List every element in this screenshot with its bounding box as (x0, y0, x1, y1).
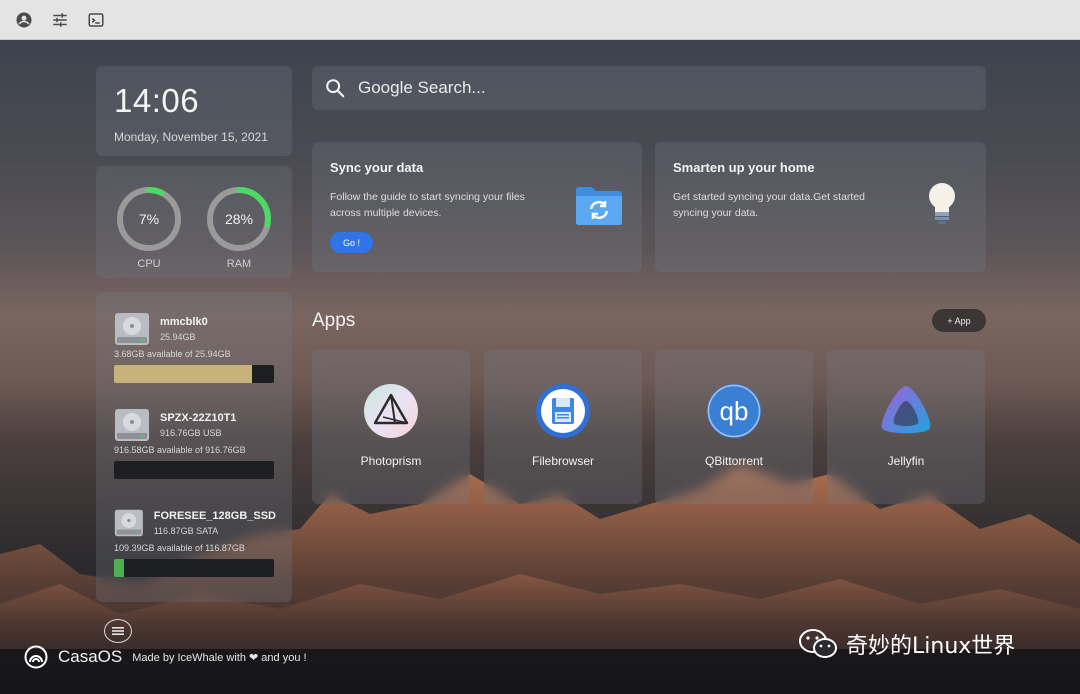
account-icon[interactable] (14, 10, 34, 30)
qbittorrent-icon: qb (707, 384, 761, 438)
system-usage-widget: 7% CPU 28% RAM (96, 166, 292, 278)
search-icon (326, 79, 345, 98)
disk-available: 916.58GB available of 916.76GB (114, 445, 246, 455)
disk-available: 109.39GB available of 116.87GB (114, 543, 245, 553)
filebrowser-icon (536, 384, 590, 438)
sync-card-title: Sync your data (330, 160, 424, 175)
hard-drive-icon (115, 409, 149, 441)
app-label: Photoprism (360, 454, 422, 468)
add-app-button[interactable]: + App (932, 309, 986, 332)
terminal-icon[interactable] (86, 10, 106, 30)
wechat-icon (799, 629, 837, 658)
disk-name: SPZX-22Z10T1 (160, 412, 237, 424)
disk-usage-bar (114, 461, 274, 479)
disk-item: mmcblk0 25.94GB 3.68GB available of 25.9… (114, 312, 276, 383)
app-label: Jellyfin (887, 454, 925, 468)
clock-time: 14:06 (114, 82, 200, 119)
jellyfin-icon (881, 386, 931, 434)
cpu-percent: 7% (138, 211, 160, 227)
disk-usage-bar (114, 365, 274, 383)
storage-widget: mmcblk0 25.94GB 3.68GB available of 25.9… (96, 292, 292, 602)
sync-data-card: Sync your data Follow the guide to start… (312, 142, 642, 272)
home-card-title: Smarten up your home (673, 160, 815, 175)
hamburger-icon (112, 627, 124, 635)
sync-folder-icon (576, 187, 622, 225)
casaos-logo-icon (24, 645, 48, 669)
watermark-text: 奇妙的Linux世界 (846, 634, 1016, 659)
cpu-label: CPU (137, 258, 161, 270)
menu-button[interactable] (104, 619, 132, 643)
app-tile-qbittorrent[interactable]: qb QBittorrent (655, 350, 813, 504)
disk-item: FORESEE_128GB_SSD 116.87GB SATA 109.39GB… (114, 506, 276, 577)
hard-drive-icon (115, 313, 149, 345)
go-button[interactable]: Go ! (330, 232, 373, 253)
disk-available: 3.68GB available of 25.94GB (114, 349, 231, 359)
disk-usage-bar (114, 559, 274, 577)
disk-size: 25.94GB (160, 332, 196, 342)
smart-home-card: Smarten up your home Get started syncing… (655, 142, 986, 272)
disk-size: 916.76GB USB (160, 428, 222, 438)
search-bar (312, 66, 986, 110)
settings-sliders-icon[interactable] (50, 10, 70, 30)
hard-drive-icon (114, 509, 143, 537)
app-tile-filebrowser[interactable]: Filebrowser (484, 350, 642, 504)
disk-item: SPZX-22Z10T1 916.76GB USB 916.58GB avail… (114, 408, 276, 479)
app-tile-photoprism[interactable]: Photoprism (312, 350, 470, 504)
brand-name: CasaOS (58, 647, 123, 666)
lightbulb-icon (929, 183, 955, 224)
disk-name: FORESEE_128GB_SSD (153, 510, 276, 522)
search-input[interactable] (358, 78, 958, 98)
qbittorrent-icon-text: qb (720, 396, 749, 426)
apps-section-title: Apps (312, 310, 356, 331)
app-tile-jellyfin[interactable]: Jellyfin (827, 350, 985, 504)
clock-widget: 14:06 Monday, November 15, 2021 (96, 66, 292, 156)
ram-gauge: 28% RAM (204, 184, 274, 270)
ram-label: RAM (226, 258, 252, 270)
watermark: 奇妙的Linux世界 (798, 628, 1015, 660)
cpu-gauge: 7% CPU (114, 184, 184, 270)
made-by-text: Made by IceWhale with ❤ and you ! (132, 651, 307, 664)
ram-percent: 28% (224, 211, 254, 227)
clock-date: Monday, November 15, 2021 (114, 130, 268, 144)
disk-name: mmcblk0 (160, 316, 208, 328)
home-card-description: Get started syncing your data.Get starte… (673, 191, 866, 219)
photoprism-icon (364, 384, 418, 438)
footer: CasaOS Made by IceWhale with ❤ and you ! (24, 644, 307, 670)
app-label: Filebrowser (531, 454, 594, 468)
sync-card-description: Follow the guide to start syncing your f… (330, 191, 525, 219)
app-label: QBittorrent (704, 454, 764, 468)
top-toolbar (0, 0, 1080, 40)
disk-size: 116.87GB SATA (153, 526, 219, 536)
